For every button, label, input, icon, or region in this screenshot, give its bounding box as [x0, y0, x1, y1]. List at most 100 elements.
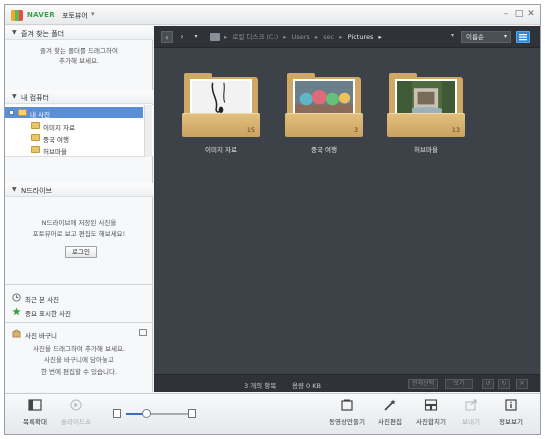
close-button[interactable]: ✕	[526, 9, 536, 19]
favorites-hint-line1: 즐겨 찾는 폴더를 드래그하여	[40, 47, 118, 55]
important-photos-link[interactable]: 중요 표시한 사진	[5, 305, 153, 318]
forward-button[interactable]: ›	[176, 31, 188, 43]
play-icon	[70, 399, 82, 411]
photo-merge-button[interactable]: 사진합치기	[411, 399, 451, 426]
photo-basket-title: 사진 바구니	[25, 332, 57, 340]
tree-item-folder[interactable]: 이미지 자료	[5, 120, 143, 132]
rotate-right-icon[interactable]: ↻	[498, 379, 510, 389]
total-size: 용량 0 KB	[292, 382, 321, 390]
minimize-button[interactable]: –	[501, 9, 511, 19]
photo-edit-button[interactable]: 사진편집	[370, 399, 410, 426]
title-bar: NAVER 포토뷰어 ▾ – □ ✕	[5, 5, 540, 25]
basket-hint-line3: 한 번에 편집할 수 있습니다.	[40, 368, 118, 376]
info-label: 정보보기	[499, 418, 523, 426]
tree-item-folder[interactable]: 중국 여행	[5, 132, 143, 144]
share-icon	[465, 399, 477, 411]
collapse-triangle-icon: ▼	[12, 93, 17, 100]
slideshow-button[interactable]: 슬라이드쇼	[56, 399, 96, 426]
photo-basket-header[interactable]: 사진 바구니	[5, 327, 153, 340]
merge-grid-icon	[424, 399, 438, 411]
main-content: ‹ › ▾ ▸ 로컬 디스크 (C:) ▸ Users ▸ sec ▸ Pict…	[154, 26, 540, 392]
ndrive-hint-line2: 포토뷰어로 보고 편집도 해보세요!	[32, 230, 126, 238]
breadcrumb-item[interactable]: 로컬 디스크 (C:)	[232, 33, 278, 41]
breadcrumb-item[interactable]: Users	[292, 33, 310, 41]
app-logo-icon	[11, 10, 23, 21]
sort-select[interactable]: 이름순 ▾	[461, 31, 511, 43]
folder-icon	[31, 146, 40, 153]
ndrive-hint-line1: N드라이브에 저장된 사진을	[41, 219, 117, 227]
folder-photo-count: 3	[353, 126, 358, 134]
photo-merge-label: 사진합치기	[416, 418, 446, 426]
zoom-in-icon[interactable]	[188, 409, 196, 418]
maximize-button[interactable]: □	[514, 9, 524, 19]
zoom-slider-handle[interactable]	[142, 409, 151, 418]
path-dropdown-icon[interactable]: ▾	[451, 32, 454, 39]
send-button[interactable]: 보내기	[451, 399, 491, 426]
collapse-triangle-icon: ▼	[12, 29, 17, 36]
breadcrumb-current[interactable]: Pictures	[348, 33, 374, 41]
breadcrumb: ▸ 로컬 디스크 (C:) ▸ Users ▸ sec ▸ Pictures ▸	[224, 33, 382, 41]
delete-icon[interactable]: ✕	[516, 379, 528, 389]
rotate-left-icon[interactable]: ↺	[482, 379, 494, 389]
folder-name: 이미지 자료	[205, 146, 237, 154]
magic-wand-icon	[384, 399, 396, 411]
panel-layout-icon	[28, 399, 42, 411]
chevron-down-icon: ▾	[503, 33, 507, 40]
app-title: 포토뷰어	[62, 12, 88, 20]
divider	[5, 284, 153, 285]
list-view-icon	[519, 34, 527, 41]
folder-tree: 내 사진 이미지 자료 중국 여행 허브마을	[5, 105, 153, 157]
zoom-out-icon[interactable]	[113, 409, 121, 418]
collapse-triangle-icon: ▼	[12, 186, 17, 193]
ndrive-title: N드라이브	[21, 187, 52, 195]
bottom-toolbar: 목록확대 슬라이드쇼 동영상만들기 사진편집 사진합치기 보내기 정보보기	[5, 393, 540, 434]
favorites-hint-line2: 추가해 보세요.	[58, 57, 99, 65]
basket-icon	[12, 329, 21, 338]
basket-hint-line2: 사진을 바구니에 담아놓고	[44, 356, 114, 364]
back-button[interactable]: ‹	[161, 31, 173, 43]
send-label: 보내기	[462, 418, 480, 426]
info-icon	[505, 399, 517, 411]
folder-name: 허브마을	[414, 146, 438, 154]
make-movie-label: 동영상만들기	[329, 418, 365, 426]
list-expand-button[interactable]: 목록확대	[15, 399, 55, 426]
status-bar: 3 개의 항목 용량 0 KB 전체선택 보기 ↺ ↻ ✕	[154, 374, 540, 392]
slideshow-label: 슬라이드쇼	[61, 418, 91, 426]
folder-photo-count: 15	[246, 126, 255, 134]
recent-photos-label: 최근 본 사진	[25, 296, 60, 304]
app-window: NAVER 포토뷰어 ▾ – □ ✕ ▼ 즐겨 찾는 폴더 즐겨 찾는 폴더를 …	[4, 4, 541, 435]
tree-item-folder[interactable]: 허브마을	[5, 144, 143, 156]
basket-hint-line1: 사진을 드래그하여 추가해 보세요.	[33, 345, 125, 353]
my-computer-header[interactable]: ▼ 내 컴퓨터	[5, 90, 153, 104]
view-mode-button[interactable]	[516, 31, 530, 43]
slideshow-small-button[interactable]: 보기	[445, 379, 473, 389]
tree-item-label: 중국 여행	[43, 136, 69, 144]
tree-vertical-scrollbar[interactable]	[144, 105, 152, 157]
make-movie-button[interactable]: 동영상만들기	[323, 399, 371, 426]
folder-icon	[18, 109, 27, 116]
favorites-title: 즐겨 찾는 폴더	[21, 30, 65, 38]
history-dropdown-icon[interactable]: ▾	[190, 31, 202, 43]
recent-photos-link[interactable]: 최근 본 사진	[5, 291, 153, 304]
expand-toggle-icon[interactable]	[9, 110, 14, 115]
important-photos-label: 중요 표시한 사진	[25, 310, 71, 318]
folder-icon	[31, 134, 40, 141]
drive-folder-icon	[210, 33, 220, 41]
tree-item-label: 내 사진	[30, 111, 51, 119]
select-all-button[interactable]: 전체선택	[408, 379, 438, 389]
basket-expand-icon[interactable]	[139, 329, 147, 336]
favorites-header[interactable]: ▼ 즐겨 찾는 폴더	[5, 26, 153, 40]
info-button[interactable]: 정보보기	[491, 399, 531, 426]
folder-photo-count: 13	[451, 126, 460, 134]
app-menu-chevron-icon[interactable]: ▾	[91, 10, 95, 18]
sort-select-value: 이름순	[466, 33, 484, 41]
star-icon	[12, 307, 21, 316]
photo-edit-label: 사진편집	[378, 418, 402, 426]
login-button[interactable]: 로그인	[65, 246, 97, 258]
breadcrumb-item[interactable]: sec	[323, 33, 334, 41]
folder-icon	[31, 122, 40, 129]
tree-item-my-pictures[interactable]: 내 사진	[5, 107, 143, 119]
tree-item-label: 허브마을	[43, 148, 67, 156]
ndrive-header[interactable]: ▼ N드라이브	[5, 183, 153, 197]
my-computer-title: 내 컴퓨터	[21, 94, 49, 102]
